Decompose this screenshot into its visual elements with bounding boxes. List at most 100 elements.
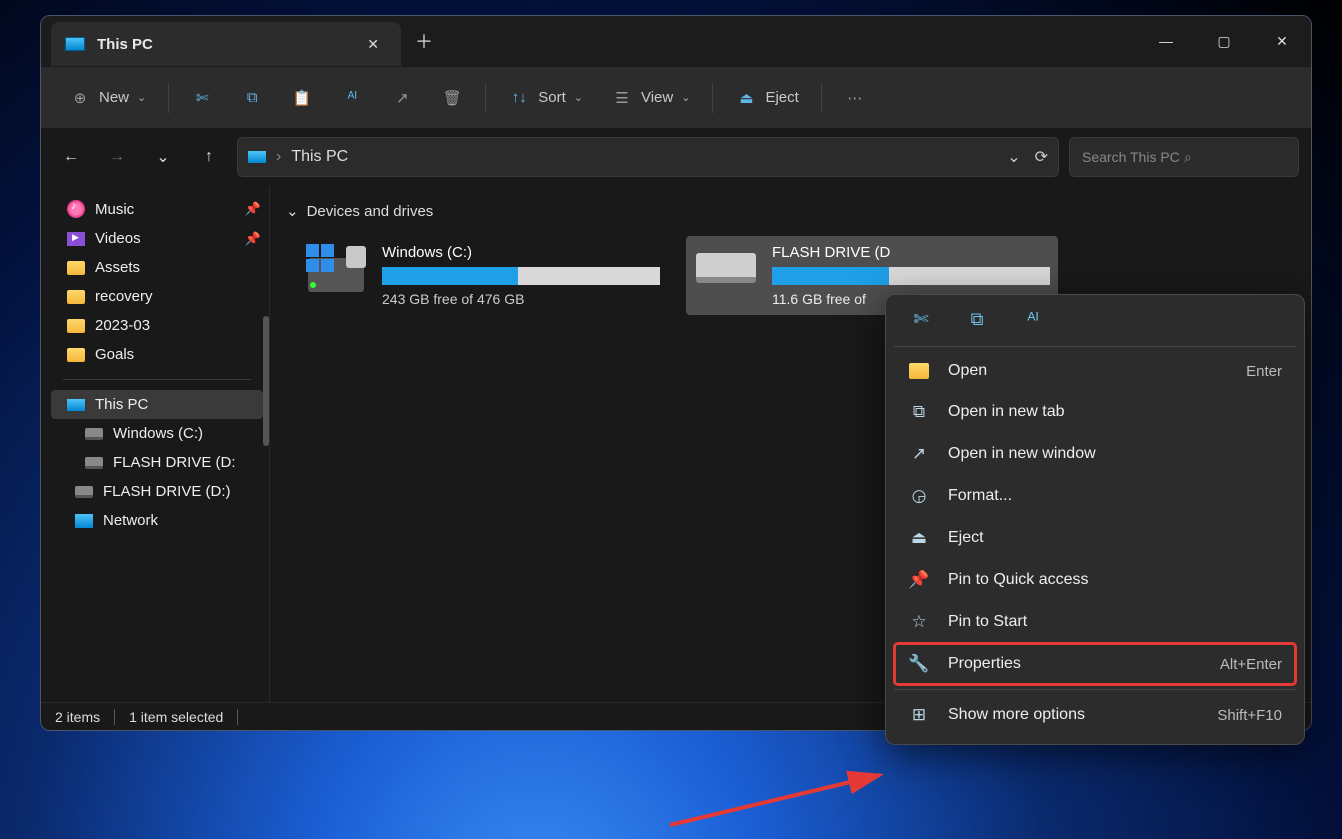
address-dropdown-button[interactable]: ⌄ (1007, 147, 1020, 167)
sidebar-item-assets[interactable]: Assets (45, 253, 269, 282)
music-icon (67, 200, 85, 218)
navigation-pane: Music📌 Videos📌 Assets recovery 2023-03 G… (41, 186, 269, 702)
external-icon: ↗ (908, 444, 930, 464)
sidebar-item-recovery[interactable]: recovery (45, 282, 269, 311)
paste-button[interactable]: 📋 (279, 79, 325, 117)
chevron-down-icon: ⌄ (681, 91, 690, 104)
paste-icon: 📋 (291, 87, 313, 109)
titlebar: This PC ✕ ＋ ― ▢ ✕ (41, 16, 1311, 66)
breadcrumb-separator: › (276, 148, 281, 166)
sidebar-item-videos[interactable]: Videos📌 (45, 224, 269, 253)
cut-button[interactable]: ✄ (908, 309, 934, 330)
copy-button[interactable]: ⧉ (229, 79, 275, 117)
chevron-down-icon: ⌄ (286, 202, 299, 220)
rename-button[interactable]: ᴬᴵ (1020, 309, 1046, 330)
folder-icon (67, 319, 85, 333)
ctx-show-more-options[interactable]: ⊞ Show more options Shift+F10 (894, 694, 1296, 736)
breadcrumb[interactable]: This PC (291, 148, 348, 166)
search-icon: ⌕ (1184, 149, 1286, 166)
ctx-properties[interactable]: 🔧 Properties Alt+Enter (894, 643, 1296, 685)
search-placeholder: Search This PC (1082, 149, 1184, 165)
annotation-arrow (660, 770, 890, 830)
folder-icon (908, 363, 930, 379)
sort-icon: ↑↓ (508, 87, 530, 109)
copy-icon: ⧉ (241, 87, 263, 109)
drive-icon (85, 457, 103, 469)
plus-circle-icon: ⊕ (69, 87, 91, 109)
more-button[interactable]: ⋯ (832, 79, 878, 117)
context-menu: ✄ ⧉ ᴬᴵ Open Enter ⧉ Open in new tab ↗ Op… (885, 294, 1305, 745)
minimize-button[interactable]: ― (1137, 16, 1195, 66)
sidebar-item-windows-c[interactable]: Windows (C:) (45, 419, 269, 448)
sidebar-item-this-pc[interactable]: This PC (51, 390, 263, 419)
this-pc-icon (67, 399, 85, 411)
maximize-button[interactable]: ▢ (1195, 16, 1253, 66)
back-button[interactable]: ← (53, 139, 89, 175)
folder-icon (67, 348, 85, 362)
drive-item-windows-c[interactable]: Windows (C:) 243 GB free of 476 GB (296, 236, 668, 315)
delete-button[interactable]: 🗑 (429, 79, 475, 117)
ctx-eject[interactable]: ⏏ Eject (894, 517, 1296, 559)
window-tab[interactable]: This PC ✕ (51, 22, 401, 66)
new-label: New (99, 89, 129, 106)
forward-button[interactable]: → (99, 139, 135, 175)
new-tab-button[interactable]: ＋ (401, 16, 447, 66)
pin-start-icon: ☆ (908, 612, 930, 632)
sort-button[interactable]: ↑↓ Sort ⌄ (496, 79, 595, 117)
tab-title: This PC (97, 36, 347, 53)
item-count: 2 items (55, 709, 100, 725)
this-pc-icon (248, 151, 266, 163)
recent-button[interactable]: ⌄ (145, 139, 181, 175)
close-window-button[interactable]: ✕ (1253, 16, 1311, 66)
new-button[interactable]: ⊕ New ⌄ (57, 79, 158, 117)
ctx-format[interactable]: ◶ Format... (894, 475, 1296, 517)
refresh-button[interactable]: ⟳ (1035, 147, 1048, 167)
network-icon (75, 514, 93, 528)
more-icon: ⊞ (908, 705, 930, 725)
pin-icon: 📌 (908, 570, 930, 590)
sidebar-item-flash-drive[interactable]: FLASH DRIVE (D:) (45, 477, 269, 506)
ctx-open[interactable]: Open Enter (894, 351, 1296, 391)
sidebar-item-network[interactable]: Network (45, 506, 269, 535)
ctx-open-new-window[interactable]: ↗ Open in new window (894, 433, 1296, 475)
sidebar-item-flash-d[interactable]: FLASH DRIVE (D: (45, 448, 269, 477)
copy-button[interactable]: ⧉ (964, 309, 990, 330)
drive-icon (85, 428, 103, 440)
ellipsis-icon: ⋯ (844, 87, 866, 109)
navigation-bar: ← → ⌄ ↑ › This PC ⌄ ⟳ Search This PC ⌕ (41, 128, 1311, 186)
eject-icon: ⏏ (908, 528, 930, 548)
video-icon (67, 232, 85, 246)
view-icon: ☰ (611, 87, 633, 109)
folder-icon (67, 261, 85, 275)
search-box[interactable]: Search This PC ⌕ (1069, 137, 1299, 177)
sidebar-item-music[interactable]: Music📌 (45, 194, 269, 224)
sidebar-item-2023-03[interactable]: 2023-03 (45, 311, 269, 340)
up-button[interactable]: ↑ (191, 139, 227, 175)
lock-icon (346, 246, 366, 268)
pin-icon: 📌 (245, 201, 261, 217)
capacity-bar (772, 267, 1050, 285)
wrench-icon: 🔧 (908, 654, 930, 674)
eject-button[interactable]: ⏏ Eject (723, 79, 810, 117)
tab-close-button[interactable]: ✕ (359, 32, 387, 57)
share-button[interactable]: ↗ (379, 79, 425, 117)
drive-icon (75, 486, 93, 498)
this-pc-icon (65, 37, 85, 51)
eject-icon: ⏏ (735, 87, 757, 109)
section-header[interactable]: ⌄ Devices and drives (286, 202, 1303, 220)
selected-count: 1 item selected (129, 709, 223, 725)
cut-button[interactable]: ✄ (179, 79, 225, 117)
windows-drive-icon (304, 244, 368, 292)
sort-label: Sort (538, 89, 566, 106)
ctx-pin-to-start[interactable]: ☆ Pin to Start (894, 601, 1296, 643)
rename-icon: ᴬᴵ (341, 87, 363, 109)
view-button[interactable]: ☰ View ⌄ (599, 79, 702, 117)
new-tab-icon: ⧉ (908, 402, 930, 422)
sidebar-item-goals[interactable]: Goals (45, 340, 269, 369)
ctx-pin-quick-access[interactable]: 📌 Pin to Quick access (894, 559, 1296, 601)
ctx-open-new-tab[interactable]: ⧉ Open in new tab (894, 391, 1296, 433)
rename-button[interactable]: ᴬᴵ (329, 79, 375, 117)
address-bar[interactable]: › This PC ⌄ ⟳ (237, 137, 1059, 177)
pin-icon: 📌 (245, 231, 261, 247)
chevron-down-icon: ⌄ (574, 91, 583, 104)
